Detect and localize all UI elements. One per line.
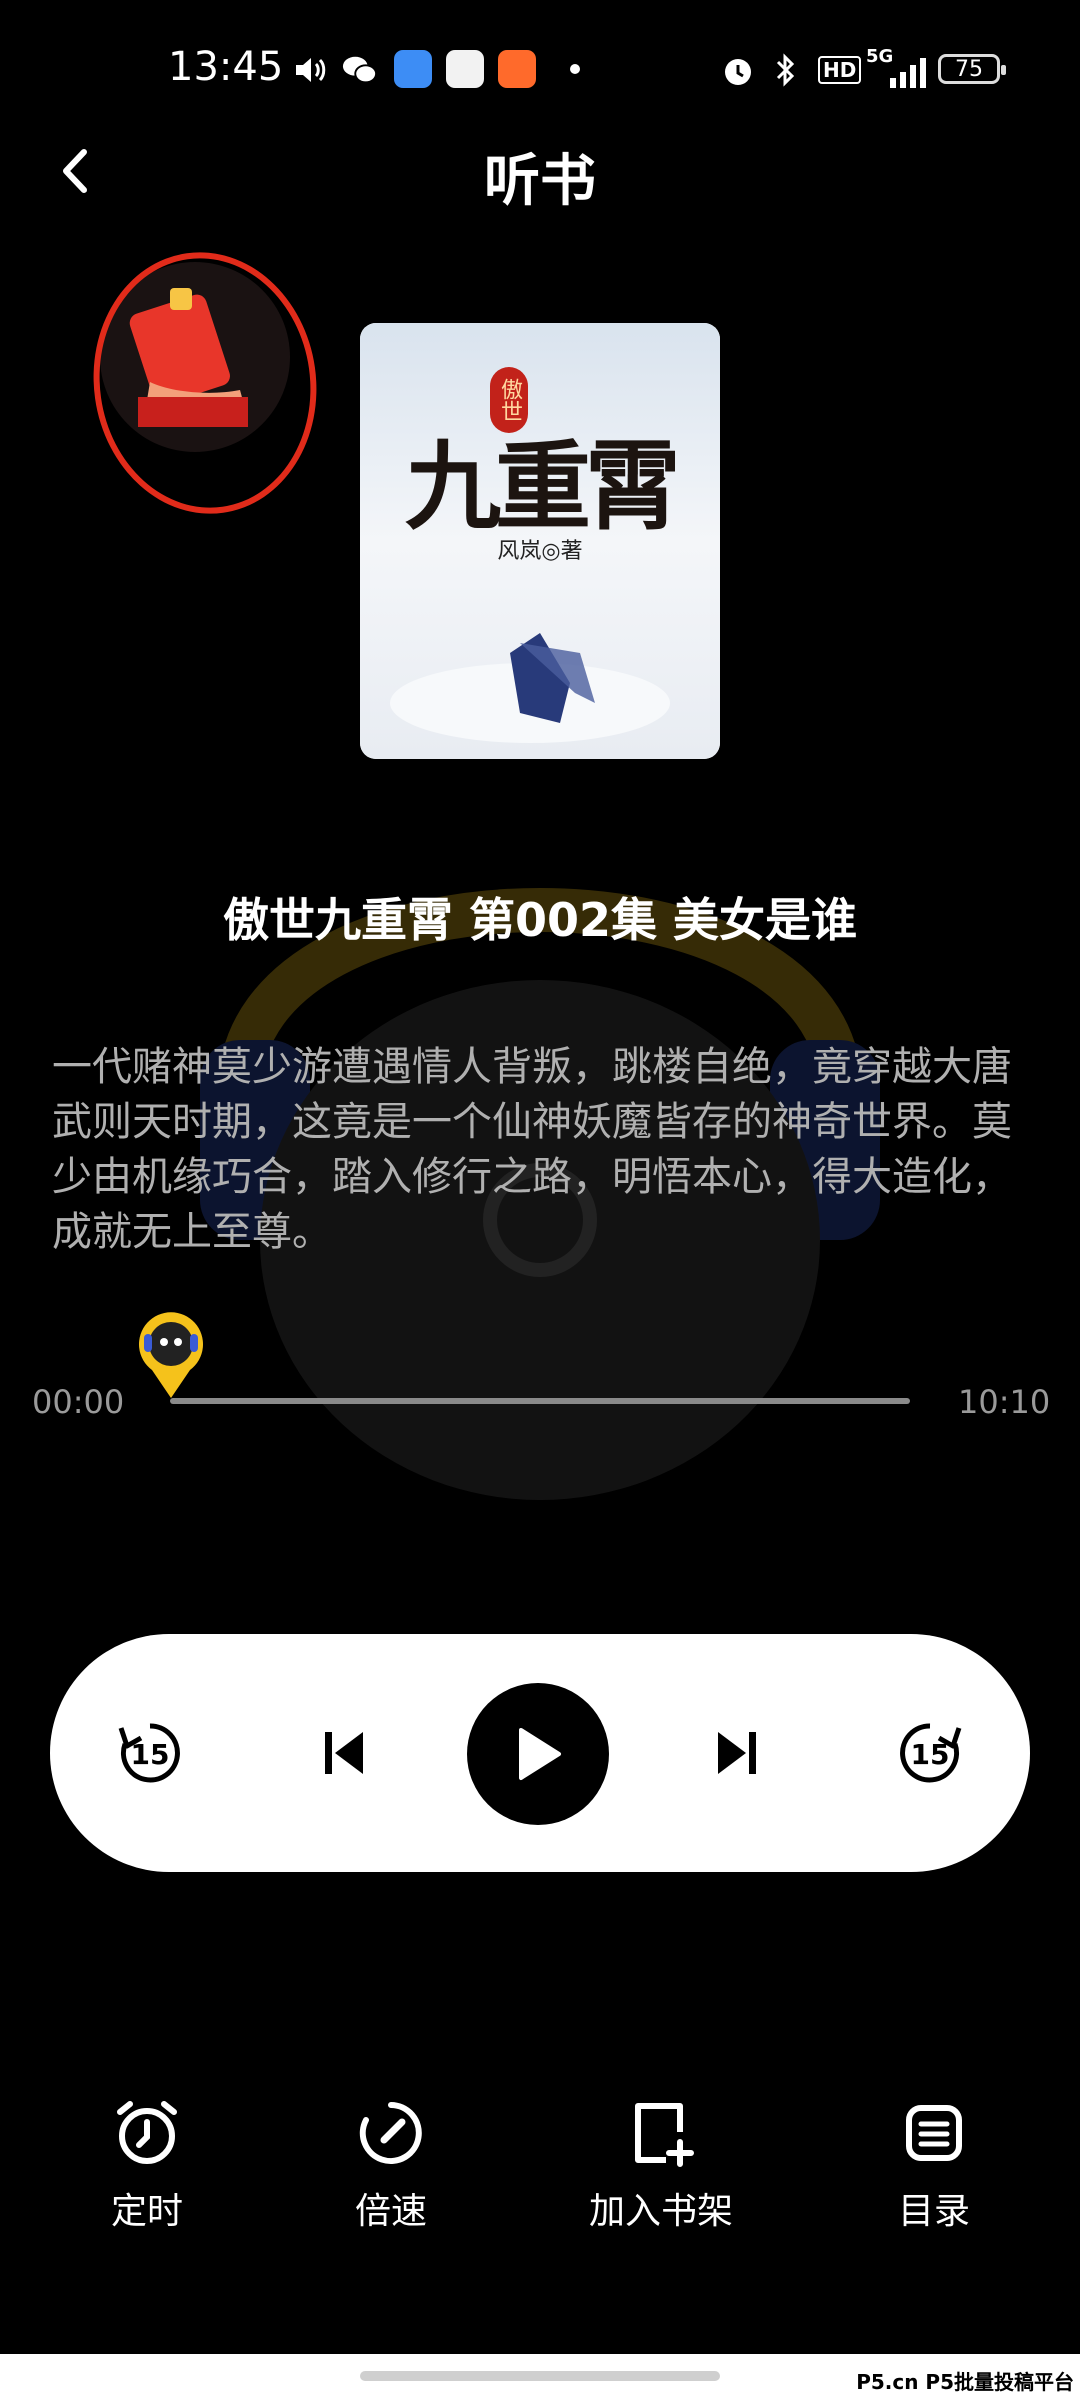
mascot-thumb-icon [139, 1312, 203, 1398]
bluetooth-icon [768, 52, 804, 88]
watermark-text: P5.cn P5批量投稿平台 [856, 2370, 1074, 2394]
app-icon-green [446, 50, 484, 88]
skip-previous-icon [325, 1732, 363, 1774]
total-time: 10:10 [958, 1383, 1051, 1421]
battery-indicator: 75 [938, 54, 1006, 84]
add-bookshelf-label: 加入书架 [588, 2191, 733, 2232]
forward-15-icon: 15 [900, 1723, 962, 1783]
forward-label: 15 [911, 1738, 950, 1771]
skip-next-icon [718, 1732, 756, 1774]
add-bookshelf-icon [635, 2103, 694, 2167]
speed-label: 倍速 [354, 2191, 427, 2232]
app-icon-orange [498, 50, 536, 88]
catalog-list-icon [906, 2105, 962, 2161]
forward-15-button[interactable]: 15 [890, 1713, 970, 1793]
hd-badge: HD [818, 56, 862, 84]
episode-title: 傲世九重霄 第002集 美女是谁 [222, 893, 858, 947]
previous-button[interactable] [304, 1713, 384, 1793]
speed-button[interactable]: 倍速 [291, 2098, 491, 2234]
rewind-15-icon: 15 [118, 1723, 180, 1783]
notification-dot [570, 64, 580, 74]
rewind-label: 15 [131, 1738, 170, 1771]
rewind-15-button[interactable]: 15 [110, 1713, 190, 1793]
play-button[interactable] [467, 1683, 609, 1825]
cover-author: 风岚◎著 [497, 539, 583, 564]
current-time: 00:00 [32, 1383, 125, 1421]
app-icon-blue [394, 50, 432, 88]
signal-icon [870, 56, 926, 90]
catalog-button[interactable]: 目录 [834, 2098, 1034, 2234]
add-bookshelf-button[interactable]: 加入书架 [561, 2098, 761, 2234]
status-bar: 13:45 HD 5G 75 [0, 0, 1080, 140]
page-title: 听书 [484, 149, 596, 214]
progress-track[interactable] [170, 1398, 910, 1404]
speed-gauge-icon [359, 2102, 422, 2164]
wechat-icon [342, 52, 378, 88]
alarm-clock-icon [117, 2101, 177, 2164]
book-description: 一代赌神莫少游遭遇情人背叛，跳楼自绝，竟穿越大唐武则天时期，这竟是一个仙神妖魔皆… [52, 1044, 1012, 1255]
play-icon [519, 1728, 561, 1780]
timer-button[interactable]: 定时 [47, 2098, 247, 2234]
book-cover: 傲世 九重霄 风岚◎著 [360, 323, 720, 759]
home-indicator[interactable] [360, 2371, 720, 2381]
timer-label: 定时 [110, 2191, 183, 2232]
catalog-label: 目录 [897, 2191, 970, 2232]
next-button[interactable] [697, 1713, 777, 1793]
alarm-status-icon [720, 52, 756, 88]
progress-thumb[interactable] [136, 1308, 206, 1400]
status-time: 13:45 [168, 44, 284, 90]
volume-icon [292, 52, 328, 88]
cover-title: 九重霄 [405, 430, 681, 543]
